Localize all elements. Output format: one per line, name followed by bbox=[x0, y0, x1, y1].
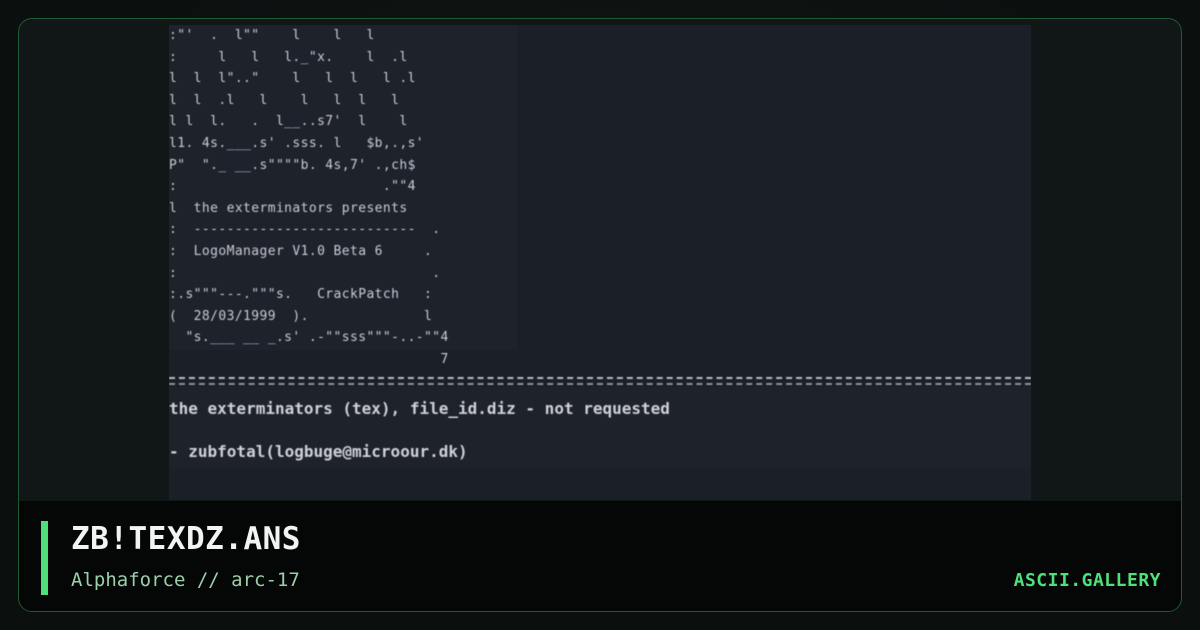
file-info-line: the exterminators (tex), file_id.diz - n… bbox=[169, 399, 670, 418]
file-info-band: the exterminators (tex), file_id.diz - n… bbox=[169, 387, 1031, 467]
accent-bar bbox=[41, 521, 48, 595]
gallery-card: :"' . l"" l l l : l l l._"x. l .l l l l"… bbox=[18, 18, 1182, 612]
artwork-subtitle: Alphaforce // arc-17 bbox=[71, 569, 300, 591]
artwork-preview[interactable]: :"' . l"" l l l : l l l._"x. l .l l l l"… bbox=[169, 25, 1031, 500]
separator-line bbox=[169, 377, 1031, 385]
card-footer: ZB!TEXDZ.ANS Alphaforce // arc-17 ASCII.… bbox=[19, 501, 1181, 611]
ascii-art-text: :"' . l"" l l l : l l l._"x. l .l l l l"… bbox=[169, 28, 449, 367]
site-brand[interactable]: ASCII.GALLERY bbox=[1014, 570, 1161, 591]
ascii-art-block: :"' . l"" l l l : l l l._"x. l .l l l l"… bbox=[169, 25, 517, 367]
contact-line: - zubfotal(logbuge@microour.dk) bbox=[169, 442, 468, 461]
artwork-title[interactable]: ZB!TEXDZ.ANS bbox=[71, 521, 301, 557]
